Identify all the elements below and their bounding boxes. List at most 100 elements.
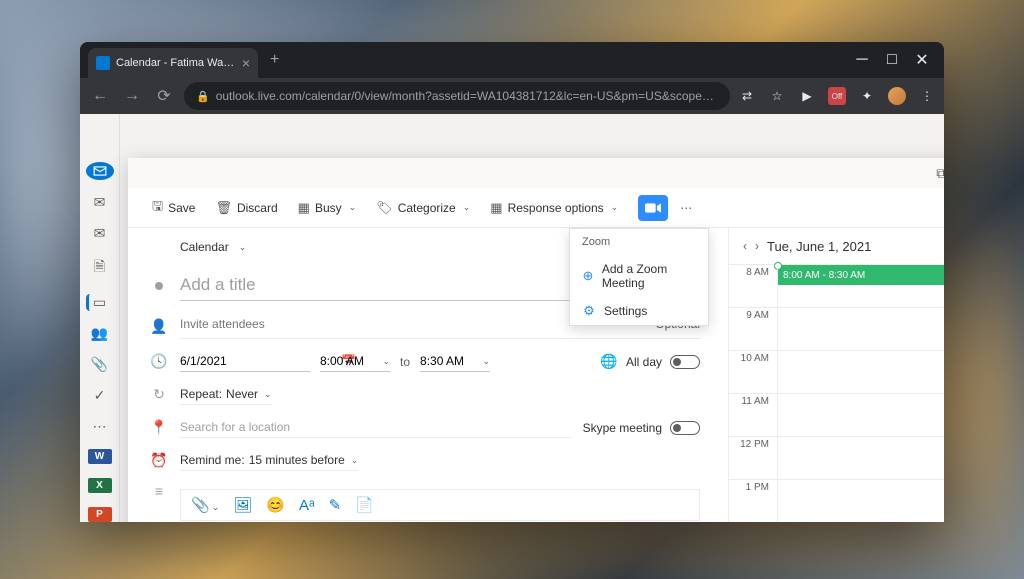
location-row: 📍 Skype meeting	[150, 417, 700, 438]
datetime-row: 🕓 📅 8:00 AM ⌄ to	[150, 351, 700, 372]
hour-label: 10 AM	[729, 351, 777, 393]
lock-icon: 🔒	[196, 90, 210, 103]
word-icon[interactable]: W	[88, 449, 112, 464]
tab-close-icon[interactable]: ×	[242, 55, 250, 71]
allday-toggle[interactable]	[670, 355, 700, 369]
image-icon[interactable]: 🖼	[233, 496, 252, 514]
zoom-icon	[645, 203, 661, 213]
reminder-row: ⏰ Remind me: 15 minutes before ⌄	[150, 450, 700, 471]
busy-button[interactable]: ▦ Busy ⌄	[290, 196, 365, 220]
date-input[interactable]	[180, 354, 335, 368]
hour-label: 8 AM	[729, 265, 777, 307]
save-button[interactable]: 🖫 Save	[144, 193, 203, 223]
mail-icon[interactable]: ✉	[88, 194, 112, 211]
send-icon[interactable]: ✉	[88, 225, 112, 242]
browser-tab[interactable]: Calendar - Fatima Wahab - Outl... ×	[88, 48, 258, 78]
to-label: to	[400, 355, 410, 369]
ext-2-icon[interactable]: Off	[828, 87, 846, 105]
url-text: outlook.live.com/calendar/0/view/month?a…	[216, 89, 718, 103]
emoji-icon[interactable]: 😊	[266, 496, 285, 514]
extension-icons: ⇄ ☆ ▶ Off ✦ ⋮	[738, 87, 936, 105]
close-window-button[interactable]: ✕	[916, 54, 928, 66]
chevron-down-icon: ⌄	[351, 455, 359, 466]
todo-icon[interactable]: ✓	[88, 387, 112, 404]
chevron-down-icon: ⌄	[482, 356, 490, 367]
translate-icon[interactable]: ⇄	[738, 87, 756, 105]
chevron-down-icon: ⌄	[264, 389, 272, 400]
zoom-button[interactable]	[638, 195, 668, 221]
window-controls: ─ □ ✕	[856, 54, 944, 66]
alarm-icon: ⏰	[150, 452, 168, 469]
schedule-section: ‹ › Tue, June 1, 2021 ⌄ 8:00 AM - 8:30 A…	[728, 228, 944, 522]
bullet-icon	[155, 282, 163, 290]
format-icon[interactable]: Aᵃ	[299, 497, 315, 514]
schedule-date: Tue, June 1, 2021	[767, 239, 871, 254]
skype-label: Skype meeting	[583, 421, 662, 435]
more-rail-icon[interactable]: ⋯	[88, 418, 112, 435]
outlook-icon[interactable]	[86, 162, 114, 180]
attach-icon[interactable]: 📎	[88, 356, 112, 373]
forward-button[interactable]: →	[120, 87, 144, 105]
repeat-field[interactable]: Repeat: Never ⌄	[180, 384, 272, 405]
prev-day-button[interactable]: ‹	[743, 239, 747, 253]
schedule-grid[interactable]: 8:00 AM - 8:30 AM 8 AM 9 AM 10 AM 11 AM …	[729, 264, 944, 522]
calendar-rail-icon[interactable]: ▭	[86, 294, 110, 311]
panel-body: Calendar ⌄ 👤 Optional	[128, 228, 944, 522]
location-input[interactable]	[180, 420, 571, 434]
gear-icon: ⚙	[582, 304, 596, 318]
dropdown-header: Zoom	[570, 229, 708, 255]
popout-icon[interactable]: ⧉	[936, 165, 944, 182]
favicon	[96, 56, 110, 70]
chevron-down-icon: ⌄	[382, 356, 390, 367]
attach-file-icon[interactable]: 📎⌄	[191, 496, 219, 514]
minimize-button[interactable]: ─	[856, 54, 868, 66]
ext-1-icon[interactable]: ▶	[798, 87, 816, 105]
chevron-down-icon: ⌄	[349, 202, 357, 213]
response-options-button[interactable]: ▦ Response options ⌄	[482, 196, 626, 220]
paste-icon[interactable]: 📄	[355, 496, 374, 514]
hour-label: 12 PM	[729, 437, 777, 479]
rich-text-toolbar: 📎⌄ 🖼 😊 Aᵃ ✎ 📄	[180, 489, 700, 521]
zoom-dropdown: Zoom ⊕ Add a Zoom Meeting ⚙ Settings	[569, 228, 709, 326]
excel-icon[interactable]: X	[88, 478, 112, 493]
date-field[interactable]: 📅	[180, 351, 310, 372]
url-field[interactable]: 🔒 outlook.live.com/calendar/0/view/month…	[184, 82, 730, 110]
end-time-field[interactable]: 8:30 AM ⌄	[420, 351, 490, 372]
left-rail: ✉ ✉ 🗎 ▭ 👥 📎 ✓ ⋯ W X P	[80, 114, 120, 522]
extensions-icon[interactable]: ✦	[858, 87, 876, 105]
chevron-down-icon: ⌄	[611, 202, 619, 213]
tag-icon: 🏷	[376, 200, 393, 216]
back-button[interactable]: ←	[88, 87, 112, 105]
repeat-row: ↻ Repeat: Never ⌄	[150, 384, 700, 405]
timezone-icon[interactable]: 🌐	[600, 353, 618, 370]
people-icon[interactable]: 👥	[88, 325, 112, 342]
signature-icon[interactable]: ✎	[329, 496, 342, 514]
powerpoint-icon[interactable]: P	[88, 507, 112, 522]
zoom-settings-item[interactable]: ⚙ Settings	[570, 297, 708, 325]
titlebar: Calendar - Fatima Wahab - Outl... × + ─ …	[80, 42, 944, 78]
discard-button[interactable]: 🗑 Discard	[207, 196, 285, 220]
menu-icon[interactable]: ⋮	[918, 87, 936, 105]
reminder-field[interactable]: Remind me: 15 minutes before ⌄	[180, 450, 358, 471]
start-time-field[interactable]: 8:00 AM ⌄	[320, 351, 390, 372]
next-day-button[interactable]: ›	[755, 239, 759, 253]
event-toolbar: 🖫 Save 🗑 Discard ▦ Busy ⌄ 🏷 Categorize ⌄	[128, 188, 944, 228]
panel-topbar: ⧉ ✕	[128, 158, 944, 188]
profile-avatar[interactable]	[888, 87, 906, 105]
chevron-down-icon: ⌄	[239, 242, 247, 253]
skype-toggle[interactable]	[670, 421, 700, 435]
reload-button[interactable]: ⟳	[152, 86, 176, 106]
description-row: ≡ 📎⌄ 🖼 😊 Aᵃ ✎ 📄	[150, 483, 700, 521]
new-tab-button[interactable]: +	[270, 51, 279, 69]
chevron-down-icon: ⌄	[463, 202, 471, 213]
location-icon: 📍	[150, 419, 168, 436]
description-icon: ≡	[150, 483, 168, 499]
event-panel: ⧉ ✕ 🖫 Save 🗑 Discard ▦ Busy ⌄ 🏷	[128, 158, 944, 522]
bookmark-icon[interactable]: ☆	[768, 87, 786, 105]
categorize-button[interactable]: 🏷 Categorize ⌄	[368, 196, 478, 220]
add-zoom-meeting-item[interactable]: ⊕ Add a Zoom Meeting	[570, 255, 708, 297]
document-icon[interactable]: 🗎	[88, 256, 112, 280]
overflow-button[interactable]: ⋯	[680, 201, 692, 215]
maximize-button[interactable]: □	[886, 54, 898, 66]
address-bar: ← → ⟳ 🔒 outlook.live.com/calendar/0/view…	[80, 78, 944, 114]
